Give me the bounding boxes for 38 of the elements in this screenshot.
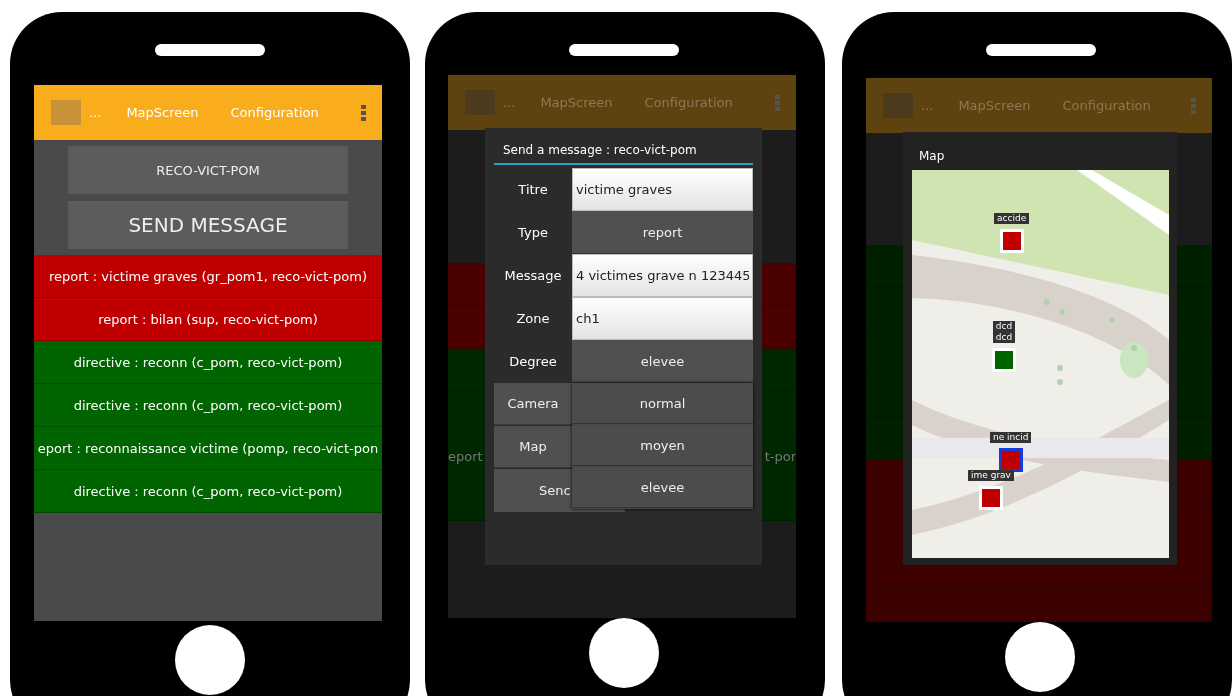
- send-message-button[interactable]: SEND MESSAGE: [68, 201, 348, 249]
- message-row[interactable]: eport : reconnaissance victime (pomp, reco-vict-pon: [34, 427, 382, 470]
- text-field[interactable]: 4 victimes grave n 123445: [572, 254, 753, 297]
- message-row[interactable]: directive : reconn (c_pom, reco-vict-pom): [34, 470, 382, 513]
- dialog-button[interactable]: Camera: [494, 383, 572, 425]
- marker-label: ne incid: [990, 432, 1032, 443]
- dropdown-field[interactable]: elevee: [572, 340, 753, 383]
- channel-button[interactable]: RECO-VICT-POM: [68, 146, 348, 194]
- dropdown-option[interactable]: elevee: [572, 467, 753, 508]
- message-row[interactable]: directive : reconn (c_pom, reco-vict-pom): [34, 384, 382, 427]
- overflow-dots: ...: [503, 95, 516, 110]
- dialog-title: Send a message : reco-vict-pom: [494, 143, 753, 165]
- menu-icon[interactable]: [361, 103, 366, 122]
- row-text: t-por: [764, 448, 796, 464]
- row-text: eport: [448, 448, 483, 464]
- dialog-title: Map: [919, 149, 946, 163]
- field-label: Type: [517, 224, 549, 242]
- dropdown-option[interactable]: moyen: [572, 425, 753, 466]
- marker-label: dcd: [992, 332, 1016, 343]
- field-label: Message: [503, 267, 563, 285]
- dialog-button[interactable]: Map: [494, 426, 572, 468]
- message-row[interactable]: directive : reconn (c_pom, reco-vict-pom): [34, 341, 382, 384]
- message-row[interactable]: report : bilan (sup, reco-vict-pom): [34, 298, 382, 341]
- overflow-dots: ...: [89, 105, 102, 120]
- field-label: Degree: [508, 353, 558, 371]
- text-field[interactable]: ch1: [572, 297, 753, 340]
- marker-label: dcd: [992, 321, 1016, 332]
- field-label: Zone: [515, 310, 551, 328]
- overflow-dots: ...: [921, 98, 934, 113]
- field-label: Titre: [517, 181, 549, 199]
- marker-label: accide: [994, 213, 1030, 224]
- text-field[interactable]: victime graves: [572, 168, 753, 211]
- dropdown-field[interactable]: report: [572, 211, 753, 254]
- message-row[interactable]: report : victime graves (gr_pom1, reco-vict-pom): [34, 255, 382, 298]
- avatar-block: [51, 100, 81, 125]
- marker-label: ime grav: [968, 470, 1014, 481]
- map-view[interactable]: [912, 170, 1169, 558]
- dropdown-option[interactable]: normal: [572, 383, 753, 424]
